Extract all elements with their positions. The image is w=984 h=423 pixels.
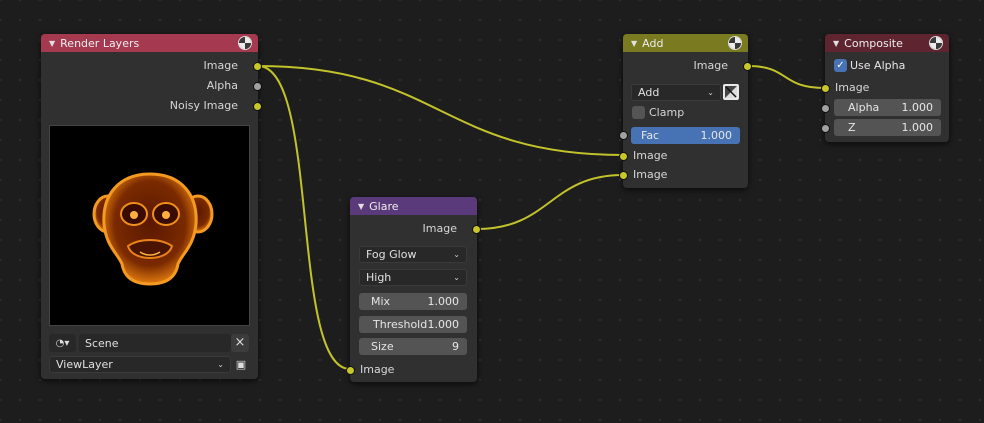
output-image-socket[interactable]	[253, 62, 262, 71]
output-noisy-image-label: Noisy Image	[169, 99, 238, 112]
view-layer-dropdown[interactable]: ViewLayer ⌄	[49, 356, 231, 373]
glare-type-dropdown[interactable]: Fog Glow ⌄	[359, 246, 467, 263]
blend-type-value: Add	[638, 86, 660, 99]
mix-label: Mix	[371, 295, 391, 308]
input-fac-socket[interactable]	[619, 131, 628, 140]
quality-value: High	[366, 271, 392, 284]
render-layer-icon[interactable]: ▣	[232, 356, 250, 373]
threshold-value: 1.000	[427, 318, 460, 331]
link-renderlayers-to-glare	[257, 65, 351, 370]
input-image-label: Image	[360, 363, 395, 376]
collapse-chevron-icon[interactable]: ▼	[833, 39, 839, 48]
output-alpha-socket[interactable]	[253, 82, 262, 91]
z-value: 1.000	[901, 121, 934, 134]
input-z-socket[interactable]	[821, 124, 830, 133]
chevron-down-icon: ⌄	[453, 250, 460, 259]
preview-toggle-icon[interactable]	[930, 37, 942, 49]
collapse-chevron-icon[interactable]: ▼	[49, 39, 55, 48]
glare-node[interactable]: ▼ Glare Image Fog Glow ⌄ High ⌄ Mix 1.00…	[346, 197, 481, 382]
quality-dropdown[interactable]: High ⌄	[359, 269, 467, 286]
chevron-down-icon: ⌄	[707, 88, 714, 97]
render-preview-image	[49, 125, 250, 326]
z-field[interactable]: Z 1.000	[834, 119, 941, 136]
clamp-checkbox[interactable]	[632, 106, 645, 119]
output-image-socket[interactable]	[472, 225, 481, 234]
z-label: Z	[848, 121, 856, 134]
input-image-socket[interactable]	[346, 366, 355, 375]
render-layers-header[interactable]: ▼ Render Layers	[41, 34, 258, 52]
output-image-label: Image	[422, 222, 457, 235]
preview-toggle-icon[interactable]	[729, 37, 741, 49]
input-image-2-socket[interactable]	[619, 171, 628, 180]
use-alpha-toggle[interactable]	[723, 84, 739, 100]
input-image-label: Image	[835, 81, 870, 94]
collapse-chevron-icon[interactable]: ▼	[358, 202, 364, 211]
output-image-label: Image	[203, 59, 238, 72]
output-alpha-label: Alpha	[206, 79, 238, 92]
fac-value: 1.000	[700, 129, 733, 142]
clamp-label: Clamp	[649, 106, 685, 119]
input-image-socket[interactable]	[821, 84, 830, 93]
alpha-label: Alpha	[848, 101, 880, 114]
mix-value: 1.000	[427, 295, 460, 308]
use-alpha-checkbox[interactable]: ✓	[834, 59, 847, 72]
size-value: 9	[452, 340, 459, 353]
add-header[interactable]: ▼ Add	[623, 34, 748, 52]
render-layers-node[interactable]: ▼ Render Layers Image Alpha Noisy Image	[41, 34, 262, 379]
fac-field[interactable]: Fac 1.000	[631, 127, 740, 144]
monkey-render-icon	[92, 172, 214, 286]
fac-label: Fac	[641, 129, 660, 142]
link-add-to-composite	[747, 65, 826, 89]
node-title: Render Layers	[60, 36, 140, 50]
threshold-field[interactable]: Threshold 1.000	[359, 316, 467, 333]
output-noisy-image-socket[interactable]	[253, 102, 262, 111]
alpha-field[interactable]: Alpha 1.000	[834, 99, 941, 116]
mix-field[interactable]: Mix 1.000	[359, 293, 467, 310]
output-image-label: Image	[693, 59, 728, 72]
composite-header[interactable]: ▼ Composite	[825, 34, 949, 52]
use-alpha-label: Use Alpha	[850, 59, 906, 72]
size-field[interactable]: Size 9	[359, 338, 467, 355]
glare-header[interactable]: ▼ Glare	[350, 197, 477, 215]
link-glare-to-add	[476, 174, 624, 230]
blend-type-dropdown[interactable]: Add ⌄	[631, 84, 721, 101]
scene-field[interactable]: Scene	[79, 334, 231, 352]
input-image-1-socket[interactable]	[619, 152, 628, 161]
preview-toggle-icon[interactable]	[239, 37, 251, 49]
threshold-label: Threshold	[373, 318, 428, 331]
composite-node[interactable]: ▼ Composite ✓ Use Alpha Image Alpha 1.00…	[821, 34, 949, 142]
scene-value: Scene	[85, 336, 119, 350]
input-image-2-label: Image	[633, 168, 668, 181]
node-title: Add	[642, 36, 664, 50]
chevron-down-icon: ⌄	[453, 273, 460, 282]
link-renderlayers-to-add	[257, 65, 624, 156]
collapse-chevron-icon[interactable]: ▼	[631, 39, 637, 48]
view-layer-value: ViewLayer	[56, 358, 113, 371]
close-icon: ×	[234, 335, 246, 350]
chevron-down-icon: ⌄	[217, 360, 224, 369]
clear-scene-button[interactable]: ×	[231, 334, 249, 352]
size-label: Size	[371, 340, 394, 353]
alpha-value: 1.000	[901, 101, 934, 114]
node-title: Composite	[844, 36, 903, 50]
scene-icon[interactable]: ◔▾	[49, 334, 76, 352]
alpha-checker-icon	[725, 86, 737, 98]
add-node[interactable]: ▼ Add Image Add ⌄ Clamp Fac 1.000 Image …	[619, 34, 752, 188]
input-image-1-label: Image	[633, 149, 668, 162]
glare-type-value: Fog Glow	[366, 248, 417, 261]
output-image-socket[interactable]	[743, 62, 752, 71]
node-title: Glare	[369, 199, 399, 213]
input-alpha-socket[interactable]	[821, 104, 830, 113]
